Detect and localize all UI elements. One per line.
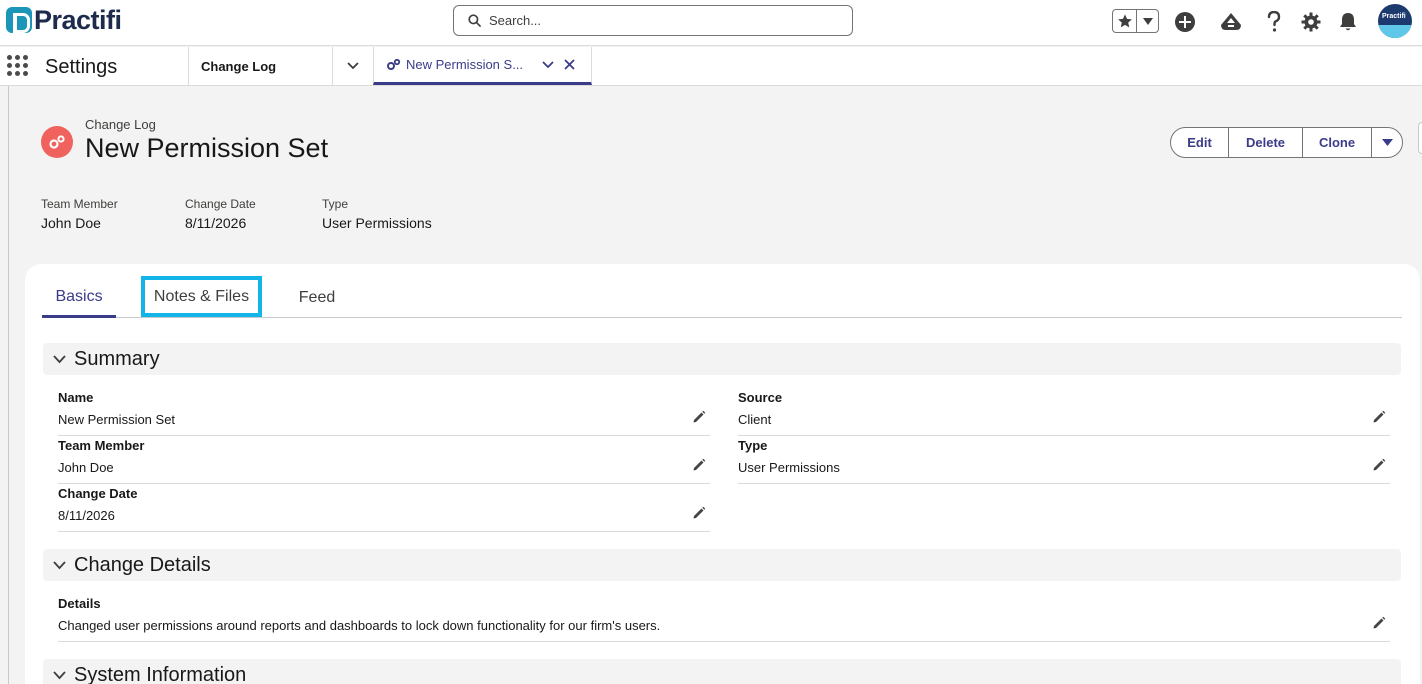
tab-feed[interactable]: Feed (291, 278, 343, 318)
avatar-wave (1378, 25, 1412, 38)
edit-pencil-icon[interactable] (692, 506, 706, 520)
edit-pencil-icon[interactable] (692, 410, 706, 424)
field-value: 8/11/2026 (58, 508, 115, 523)
section-summary-header[interactable]: Summary (43, 343, 1401, 375)
nav-tab-label: New Permission S... (406, 57, 524, 72)
change-log-record-icon (41, 126, 73, 158)
field-value: New Permission Set (58, 412, 176, 427)
section-title: Change Details (74, 553, 211, 576)
highlight-change-date: Change Date 8/11/2026 (185, 197, 256, 231)
field-change-date: Change Date 8/11/2026 (58, 486, 710, 532)
field-value: Changed user permissions around reports … (58, 618, 661, 633)
nav-tab-change-log[interactable]: Change Log (188, 47, 332, 85)
change-log-gears-icon (387, 58, 401, 70)
field-label: Name (58, 390, 94, 405)
caret-down-icon (1381, 139, 1393, 146)
record-tabs: Basics Notes & Files Feed (42, 276, 1402, 318)
logo-text: Practifi (34, 5, 122, 35)
highlight-team-member: Team Member John Doe (41, 197, 118, 231)
field-label: Source (738, 390, 783, 405)
field-label: Team Member (58, 438, 145, 453)
highlight-value: John Doe (41, 215, 101, 231)
favorites-button[interactable] (1112, 9, 1159, 33)
more-actions-button[interactable] (1371, 127, 1403, 158)
left-edge-divider (8, 86, 9, 684)
field-label: Change Date (58, 486, 138, 501)
record-object-type: Change Log (85, 117, 156, 132)
practifi-logo[interactable]: Practifi (6, 6, 122, 34)
close-tab-icon[interactable] (564, 59, 575, 70)
chevron-down-icon (346, 62, 359, 70)
user-avatar[interactable]: Practifi (1378, 4, 1412, 38)
trailhead-icon[interactable] (1219, 10, 1243, 34)
avatar-logo-text: Practifi (1382, 13, 1406, 20)
notifications-bell-icon[interactable] (1336, 10, 1360, 34)
nav-tab-new-permission-set[interactable]: New Permission S... (373, 47, 592, 85)
edit-pencil-icon[interactable] (1372, 410, 1386, 424)
practifi-logo-mark-icon (6, 7, 32, 33)
chevron-down-icon (53, 670, 66, 679)
chevron-down-icon (53, 354, 66, 363)
record-title: New Permission Set (85, 133, 329, 163)
help-icon[interactable] (1262, 10, 1286, 34)
clone-button[interactable]: Clone (1302, 127, 1372, 158)
tab-notes-and-files[interactable]: Notes & Files (141, 276, 262, 317)
delete-button[interactable]: Delete (1228, 127, 1303, 158)
search-icon (468, 14, 481, 27)
field-name: Name New Permission Set (58, 390, 710, 436)
edit-button[interactable]: Edit (1170, 127, 1229, 158)
app-launcher-icon[interactable] (7, 55, 28, 76)
app-name: Settings (45, 56, 118, 78)
field-source: Source Client (738, 390, 1390, 436)
section-system-information-header[interactable]: System Information (43, 659, 1401, 684)
edit-pencil-icon[interactable] (1372, 458, 1386, 472)
highlight-value: 8/11/2026 (185, 215, 247, 231)
nav-tab-change-log-dropdown[interactable] (332, 47, 372, 85)
global-search[interactable] (453, 5, 853, 36)
highlight-label: Type (322, 197, 349, 211)
chevron-down-icon[interactable] (542, 60, 554, 69)
highlight-value: User Permissions (322, 215, 432, 231)
field-value: Client (738, 412, 772, 427)
chevron-down-icon (53, 560, 66, 569)
field-label: Details (58, 596, 101, 611)
field-details: Details Changed user permissions around … (58, 596, 1390, 642)
star-icon[interactable] (1113, 10, 1138, 32)
field-label: Type (738, 438, 768, 453)
highlight-label: Change Date (185, 197, 256, 211)
global-actions-add-icon[interactable] (1173, 10, 1197, 34)
global-header: Practifi Practifi (0, 0, 1422, 46)
field-type: Type User Permissions (738, 438, 1390, 484)
favorites-dropdown-icon[interactable] (1137, 10, 1158, 32)
edit-pencil-icon[interactable] (1372, 616, 1386, 630)
field-value: John Doe (58, 460, 114, 475)
section-title: System Information (74, 663, 247, 684)
setup-gear-icon[interactable] (1299, 10, 1323, 34)
section-title: Summary (74, 347, 160, 370)
section-change-details-header[interactable]: Change Details (43, 549, 1401, 581)
search-input[interactable] (489, 13, 829, 28)
record-actions: Edit Delete Clone (1170, 127, 1403, 158)
app-navigation-bar: Settings Change Log New Permission S... (0, 47, 1422, 86)
highlight-type: Type User Permissions (322, 197, 432, 231)
utility-side-handle[interactable] (1418, 122, 1422, 154)
tab-basics[interactable]: Basics (42, 278, 116, 318)
highlight-label: Team Member (41, 197, 118, 211)
field-value: User Permissions (738, 460, 840, 475)
edit-pencil-icon[interactable] (692, 458, 706, 472)
field-team-member: Team Member John Doe (58, 438, 710, 484)
